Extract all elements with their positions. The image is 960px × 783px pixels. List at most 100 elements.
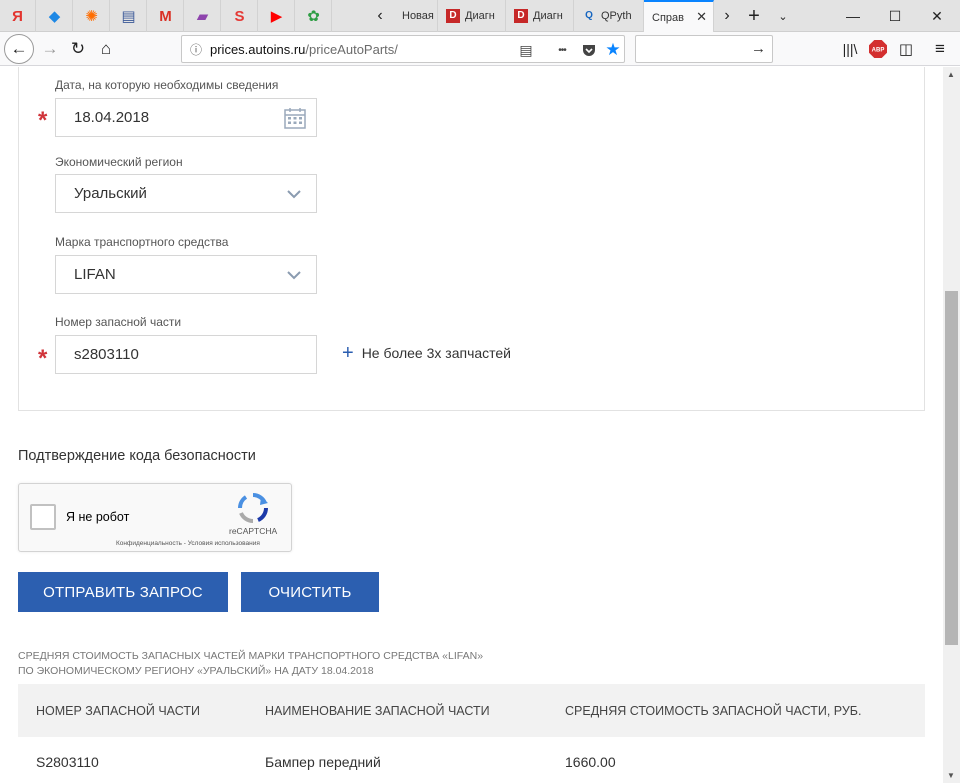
required-marker: *	[38, 345, 48, 372]
scroll-tabs-right-icon[interactable]: ›	[716, 0, 738, 32]
scroll-tabs-left-icon[interactable]: ‹	[366, 0, 394, 32]
q-site-icon: Q	[585, 10, 593, 21]
pinned-tab[interactable]: ▶	[259, 0, 295, 32]
new-tab-icon[interactable]: +	[740, 0, 768, 32]
pinned-tab[interactable]: ✺	[74, 0, 110, 32]
brand-select[interactable]: LIFAN	[55, 255, 317, 294]
brand-label: Марка транспортного средства	[55, 235, 229, 249]
captcha-checkbox[interactable]	[30, 504, 56, 530]
go-arrow-icon[interactable]: →	[751, 40, 766, 57]
d-site-icon: D	[514, 9, 528, 23]
result-caption-line: СРЕДНЯЯ СТОИМОСТЬ ЗАПАСНЫХ ЧАСТЕЙ МАРКИ …	[18, 650, 484, 662]
pinned-tab[interactable]: S	[222, 0, 258, 32]
required-marker: *	[38, 107, 48, 134]
scrollbar-thumb[interactable]	[945, 291, 958, 645]
adblock-icon[interactable]: ABP	[864, 35, 892, 63]
tab-label: Диагн	[465, 10, 495, 22]
column-header-part-number: НОМЕР ЗАПАСНОЙ ЧАСТИ	[36, 704, 200, 718]
tab-label: Диагн	[533, 10, 563, 22]
page-actions-icon[interactable]: •••	[551, 40, 573, 60]
security-title: Подтверждение кода безопасности	[18, 448, 256, 464]
yandex-icon: Я	[12, 7, 23, 25]
minimize-icon[interactable]: —	[830, 0, 876, 32]
date-value[interactable]: 18.04.2018	[74, 109, 149, 126]
maximize-icon[interactable]: ☐	[872, 0, 918, 32]
tab-label: Новая	[402, 10, 434, 22]
address-bar[interactable]: ⓘ prices.autoins.ru/priceAutoParts/ ▤ ••…	[181, 35, 625, 63]
recaptcha-logo-icon	[237, 492, 269, 529]
reader-view-icon[interactable]: ▤	[515, 40, 537, 60]
results-table-header: НОМЕР ЗАПАСНОЙ ЧАСТИ НАИМЕНОВАНИЕ ЗАПАСН…	[18, 684, 925, 737]
part-number-label: Номер запасной части	[55, 315, 182, 329]
part-number-field[interactable]: s2803110	[55, 335, 317, 374]
close-window-icon[interactable]: ✕	[914, 0, 960, 32]
gmail-icon: M	[159, 7, 172, 25]
recaptcha-brand: reCAPTCHA	[229, 526, 278, 536]
pinned-tab[interactable]: Я	[0, 0, 36, 32]
frog-icon: ✿	[307, 7, 320, 25]
region-label: Экономический регион	[55, 155, 183, 169]
chevron-down-icon[interactable]	[286, 267, 302, 283]
region-value[interactable]: Уральский	[74, 185, 147, 202]
add-part-button[interactable]: + Не более 3х запчастей	[342, 343, 511, 363]
forward-arrow-icon[interactable]: →	[36, 35, 64, 63]
list-tabs-chevron-icon[interactable]: ⌄	[770, 0, 796, 32]
close-tab-icon[interactable]: ✕	[696, 9, 707, 25]
bookmark-star-icon[interactable]: ★	[602, 40, 624, 60]
region-select[interactable]: Уральский	[55, 174, 317, 213]
add-part-label: Не более 3х запчастей	[361, 345, 512, 361]
part-number-value[interactable]: s2803110	[74, 346, 139, 363]
browser-tab-strip: Я ◆ ✺ ▤ M ▰ S ▶ ✿ ‹ Новая D Диагн D Диагн Q QPyt…	[0, 0, 960, 33]
site-info-icon[interactable]: ⓘ	[182, 41, 210, 58]
scroll-down-icon[interactable]: ▼	[947, 771, 955, 780]
pinned-tab[interactable]: M	[148, 0, 184, 32]
url-text[interactable]: prices.autoins.ru/priceAutoParts/	[210, 42, 398, 57]
pinned-tab[interactable]: ✿	[296, 0, 332, 32]
pocket-icon[interactable]	[578, 40, 600, 60]
sun-icon: ✺	[85, 7, 98, 25]
page-content: Дата, на которую необходимы сведения * 1…	[0, 67, 943, 783]
column-header-average-price: СРЕДНЯЯ СТОИМОСТЬ ЗАПАСНОЙ ЧАСТИ, РУБ.	[565, 704, 862, 718]
plus-icon: +	[342, 342, 354, 364]
tab-qpython[interactable]: Q QPyth	[574, 0, 644, 32]
cell-part-name: Бампер передний	[265, 754, 381, 770]
clear-button[interactable]: ОЧИСТИТЬ	[241, 572, 379, 612]
tab-label: QPyth	[601, 10, 632, 22]
result-caption: СРЕДНЯЯ СТОИМОСТЬ ЗАПАСНЫХ ЧАСТЕЙ МАРКИ …	[18, 649, 483, 679]
search-input[interactable]: →	[635, 35, 773, 63]
submit-request-button[interactable]: ОТПРАВИТЬ ЗАПРОС	[18, 572, 228, 612]
pinned-tab[interactable]: ▰	[185, 0, 221, 32]
recaptcha-widget: Я не робот reCAPTCHA Конфиденциальность …	[18, 483, 292, 552]
d-site-icon: D	[446, 9, 460, 23]
page-scrollbar[interactable]: ▲ ▼	[943, 67, 960, 783]
tab-new[interactable]: Новая	[394, 0, 438, 32]
back-arrow-icon[interactable]: ←	[4, 34, 34, 64]
svg-text:ABP: ABP	[872, 48, 885, 54]
captcha-label: Я не робот	[66, 510, 130, 524]
date-label: Дата, на которую необходимы сведения	[55, 78, 279, 92]
calendar-icon[interactable]	[284, 107, 306, 133]
browser-toolbar: ← → ↻ ⌂ ⓘ prices.autoins.ru/priceAutoPar…	[0, 32, 960, 66]
recaptcha-terms-link[interactable]: Конфиденциальность - Условия использован…	[116, 540, 260, 547]
library-icon[interactable]: |||\	[836, 35, 864, 63]
tab-diagnostic-1[interactable]: D Диагн	[438, 0, 506, 32]
home-icon[interactable]: ⌂	[92, 35, 120, 63]
youtube-icon: ▶	[270, 7, 283, 25]
chevron-down-icon[interactable]	[286, 186, 302, 202]
tab-active-spravochnik[interactable]: Справ ✕	[644, 0, 714, 33]
scroll-up-icon[interactable]: ▲	[947, 70, 955, 79]
pinned-tab[interactable]: ▤	[111, 0, 147, 32]
brand-value[interactable]: LIFAN	[74, 266, 116, 283]
reload-icon[interactable]: ↻	[64, 35, 92, 63]
cell-average-price: 1660.00	[565, 754, 616, 770]
table-row: S2803110 Бампер передний 1660.00	[18, 737, 925, 783]
sidebar-toggle-icon[interactable]: ◫	[892, 35, 920, 63]
hamburger-menu-icon[interactable]: ≡	[926, 35, 954, 63]
date-field[interactable]: 18.04.2018	[55, 98, 317, 137]
cell-part-number: S2803110	[36, 754, 99, 770]
s-audio-icon: S	[234, 7, 245, 25]
tab-diagnostic-2[interactable]: D Диагн	[506, 0, 574, 32]
tab-label: Справ	[652, 11, 684, 24]
pinned-tab[interactable]: ◆	[37, 0, 73, 32]
result-caption-line: ПО ЭКОНОМИЧЕСКОМУ РЕГИОНУ «УРАЛЬСКИЙ» НА…	[18, 665, 374, 677]
